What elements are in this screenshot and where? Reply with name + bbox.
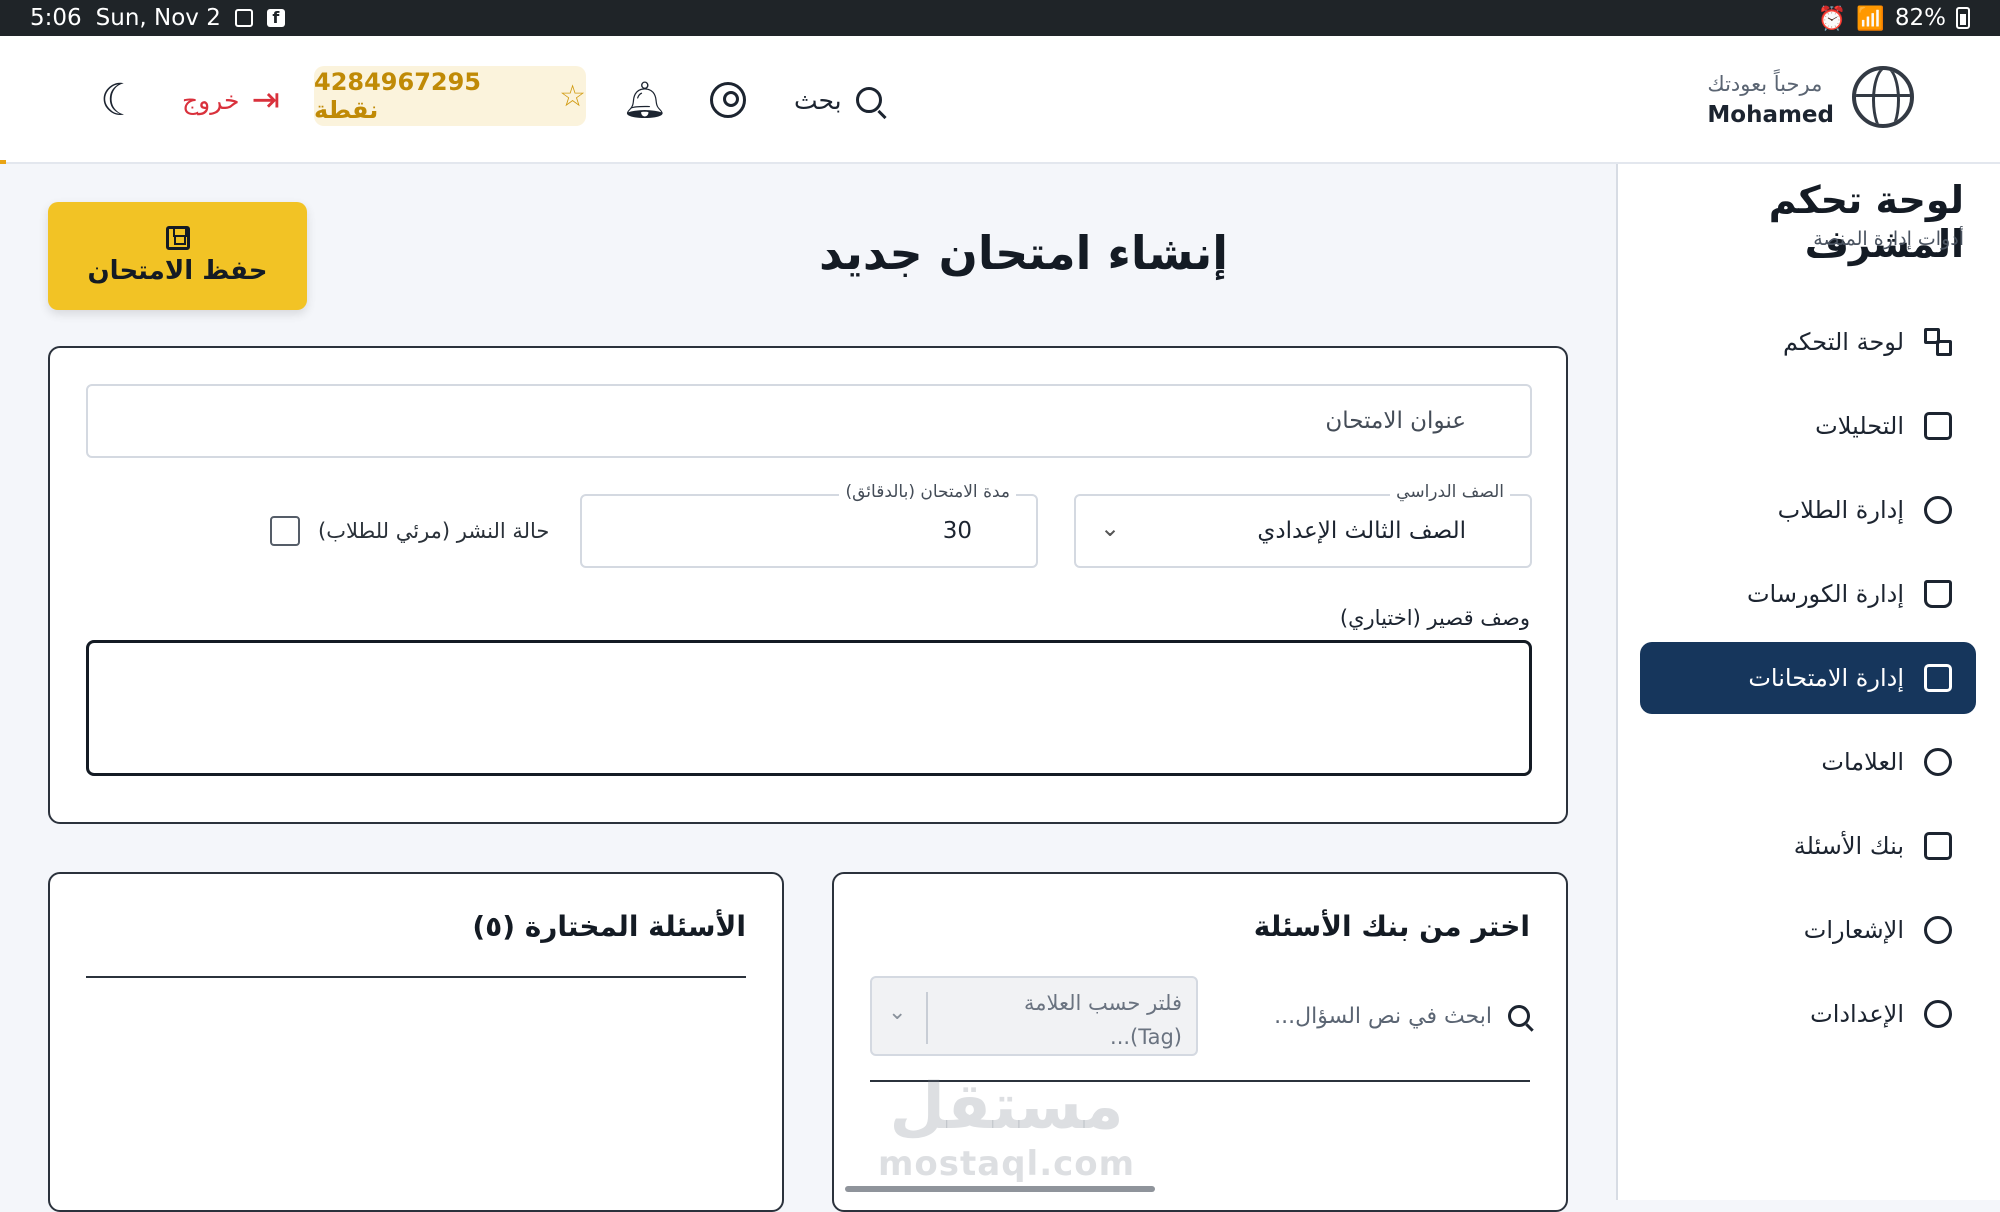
search-label: بحث xyxy=(794,85,842,115)
logout-button[interactable]: خروج ⇥ xyxy=(182,36,280,164)
users-icon xyxy=(1924,496,1952,524)
sidebar-item-notifications[interactable]: الإشعارات xyxy=(1640,894,1976,966)
sidebar-item-label: لوحة التحكم xyxy=(1783,328,1904,356)
battery-level: 82% xyxy=(1894,5,1946,31)
status-time: 5:06 xyxy=(30,5,82,31)
welcome-block: مرحباً بعودتك Mohamed xyxy=(1707,36,1834,164)
search-icon xyxy=(1508,1005,1530,1027)
money-bill-icon xyxy=(1924,832,1952,860)
watermark-logo-text: مستقل xyxy=(889,1070,1124,1144)
sidebar: لوحة تحكم المشرف أدوات إدارة المنصة لوحة… xyxy=(1616,164,2000,1200)
notifications-button[interactable]: 🔔︎ xyxy=(622,36,668,164)
dark-mode-toggle[interactable]: ☾ xyxy=(100,36,139,164)
save-icon xyxy=(165,226,190,250)
watermark: مستقل mostaql.com xyxy=(878,1070,1135,1184)
description-label: وصف قصير (اختياري) xyxy=(1339,606,1530,630)
duration-value: 30 xyxy=(942,518,972,544)
selected-questions-title: الأسئلة المختارة (٥) xyxy=(472,910,746,943)
sidebar-item-label: إدارة الكورسات xyxy=(1746,580,1904,608)
horizontal-scrollbar[interactable] xyxy=(845,1186,1155,1192)
user-name: Mohamed xyxy=(1707,102,1834,128)
alarm-icon: ⏰ xyxy=(1817,5,1847,32)
points-badge[interactable]: 4284967295 نقطة ☆ xyxy=(314,66,586,126)
duration-input[interactable]: مدة الامتحان (بالدقائق) 30 xyxy=(580,482,1038,568)
tag-filter-select[interactable]: فلتر حسب العلامة (Tag)... ⌄ xyxy=(870,976,1198,1056)
bell-icon: 🔔︎ xyxy=(622,80,668,121)
sidebar-item-label: إدارة الامتحانات xyxy=(1748,664,1904,692)
tag-icon xyxy=(1924,748,1952,776)
exam-title-input[interactable] xyxy=(86,384,1532,458)
document-icon xyxy=(1924,664,1952,692)
publish-checkbox[interactable] xyxy=(270,516,300,546)
page-title: إنشاء امتحان جديد xyxy=(819,226,1228,280)
sidebar-item-analytics[interactable]: التحليلات xyxy=(1640,390,1976,462)
save-button-label: حفظ الامتحان xyxy=(87,256,268,286)
user-circle-icon xyxy=(710,82,746,118)
selected-questions-divider xyxy=(86,976,746,978)
sidebar-item-question-bank[interactable]: بنك الأسئلة xyxy=(1640,810,1976,882)
logout-icon: ⇥ xyxy=(251,80,280,120)
sidebar-item-students[interactable]: إدارة الطلاب xyxy=(1640,474,1976,546)
sidebar-title: لوحة تحكم المشرف xyxy=(1768,178,1964,266)
sidebar-item-courses[interactable]: إدارة الكورسات xyxy=(1640,558,1976,630)
bell-icon xyxy=(1924,916,1952,944)
chevron-down-icon: ⌄ xyxy=(1100,514,1121,542)
sidebar-item-tags[interactable]: العلامات xyxy=(1640,726,1976,798)
sidebar-item-label: الإشعارات xyxy=(1803,916,1904,944)
sidebar-subtitle: أدوات إدارة المنصة xyxy=(1813,228,1964,250)
grade-select[interactable]: الصف الدراسي الصف الثالث الإعدادي ⌄ xyxy=(1074,482,1532,568)
book-icon xyxy=(1924,580,1952,608)
dashboard-grid-icon xyxy=(1924,328,1952,356)
grade-value: الصف الثالث الإعدادي xyxy=(1257,518,1466,544)
sidebar-item-label: الإعدادات xyxy=(1810,1000,1904,1028)
gallery-icon xyxy=(234,9,253,27)
question-search-placeholder: ابحث في نص السؤال... xyxy=(1274,1003,1492,1029)
wifi-icon: 📶 xyxy=(1856,5,1885,32)
gear-icon xyxy=(1924,1000,1952,1028)
logout-label: خروج xyxy=(182,85,240,115)
tag-filter-placeholder: فلتر حسب العلامة (Tag)... xyxy=(1023,991,1182,1049)
sidebar-item-exams[interactable]: إدارة الامتحانات xyxy=(1640,642,1976,714)
chevron-down-icon: ⌄ xyxy=(888,1000,907,1025)
sidebar-nav: لوحة التحكم التحليلات إدارة الطلاب إدارة… xyxy=(1640,306,1976,1062)
moon-icon: ☾ xyxy=(100,74,140,126)
sidebar-item-label: بنك الأسئلة xyxy=(1793,832,1904,860)
welcome-text: مرحباً بعودتك xyxy=(1707,72,1823,96)
globe-icon[interactable] xyxy=(1852,66,1914,128)
selected-questions-card: الأسئلة المختارة (٥) xyxy=(48,872,784,1212)
star-icon: ☆ xyxy=(559,78,586,114)
sidebar-item-dashboard[interactable]: لوحة التحكم xyxy=(1640,306,1976,378)
grade-label: الصف الدراسي xyxy=(1390,482,1510,502)
sidebar-item-label: العلامات xyxy=(1821,748,1904,776)
save-exam-button[interactable]: حفظ الامتحان xyxy=(48,202,307,310)
sidebar-item-settings[interactable]: الإعدادات xyxy=(1640,978,1976,1050)
description-textarea[interactable] xyxy=(86,640,1532,776)
watermark-url: mostaql.com xyxy=(878,1144,1136,1184)
header-search[interactable]: بحث xyxy=(794,36,882,164)
profile-button[interactable] xyxy=(710,36,746,164)
question-bank-title: اختر من بنك الأسئلة xyxy=(1253,910,1530,943)
battery-icon xyxy=(1956,7,1970,29)
status-date: Sun, Nov 2 xyxy=(95,5,221,31)
top-header: ☾ خروج ⇥ 4284967295 نقطة ☆ 🔔︎ بحث مرحباً… xyxy=(0,36,2000,164)
header-accent xyxy=(0,160,6,164)
publish-status: حالة النشر (مرئي للطلاب) xyxy=(270,516,549,546)
duration-label: مدة الامتحان (بالدقائق) xyxy=(839,482,1016,502)
points-label: 4284967295 نقطة xyxy=(314,68,481,124)
exam-form-card: الصف الدراسي الصف الثالث الإعدادي ⌄ مدة … xyxy=(48,346,1568,824)
search-icon xyxy=(855,87,882,113)
sidebar-item-label: إدارة الطلاب xyxy=(1777,496,1904,524)
select-divider xyxy=(926,992,928,1044)
question-search-input[interactable]: ابحث في نص السؤال... xyxy=(1230,986,1530,1046)
status-bar: 5:06 Sun, Nov 2 f ⏰ 📶 82% xyxy=(0,0,2000,36)
facebook-icon: f xyxy=(266,9,285,27)
bar-chart-icon xyxy=(1924,412,1952,440)
sidebar-item-label: التحليلات xyxy=(1815,412,1904,440)
publish-label: حالة النشر (مرئي للطلاب) xyxy=(318,519,550,543)
